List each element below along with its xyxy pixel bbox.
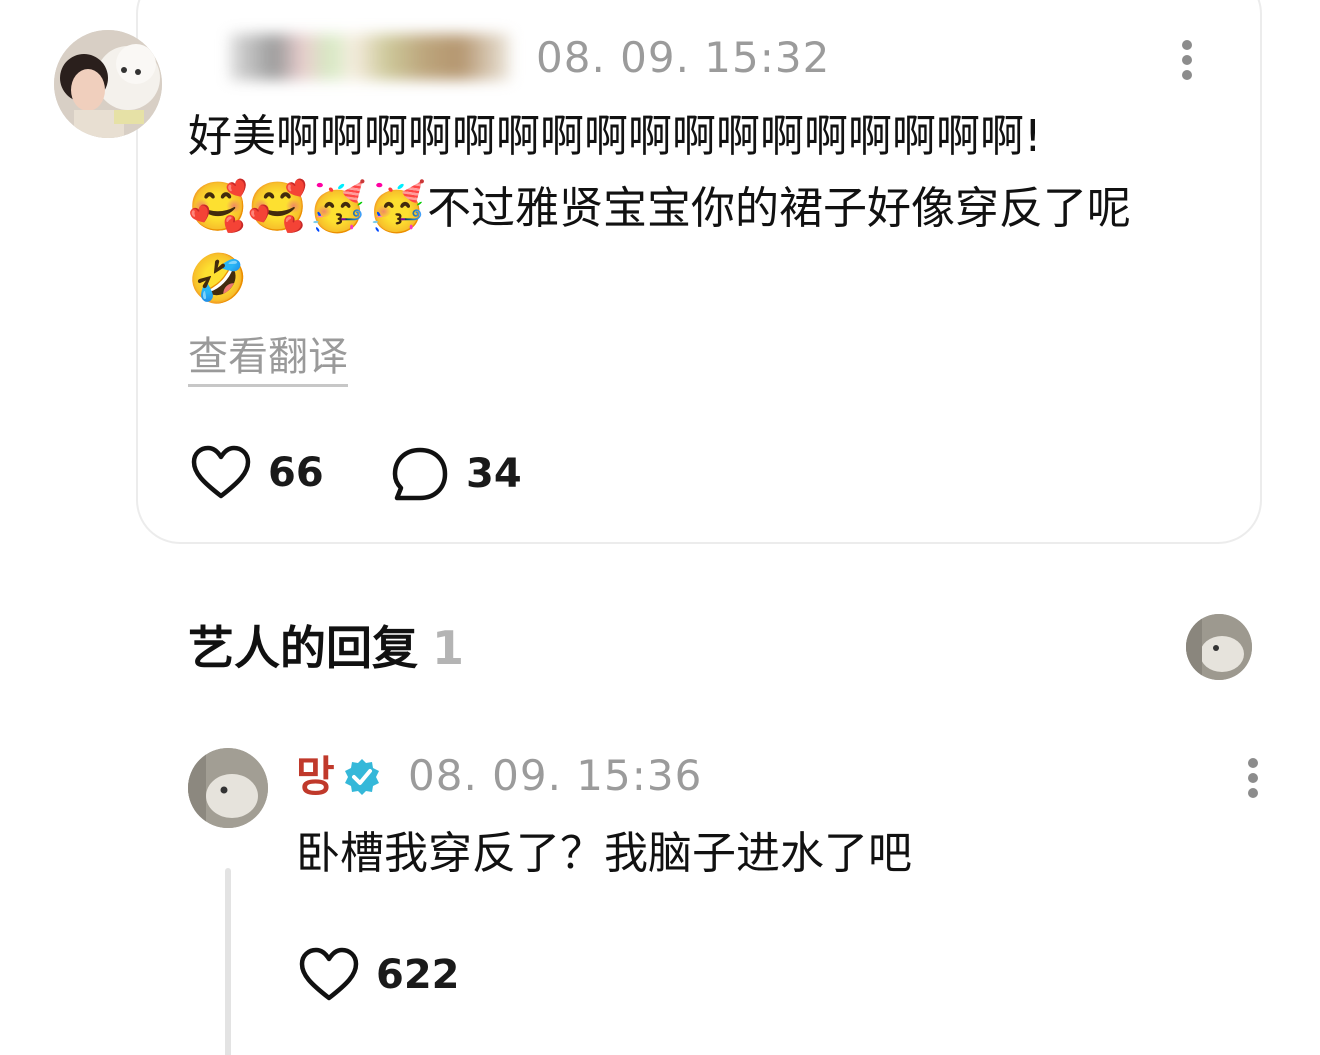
view-translation-link[interactable]: 查看翻译 <box>188 330 348 387</box>
artist-replies-count: 1 <box>432 621 465 675</box>
fan-like-count: 66 <box>268 450 324 496</box>
artist-username[interactable]: 망 <box>296 752 335 802</box>
comment-thread-page: 08. 09. 15:32 好美啊啊啊啊啊啊啊啊啊啊啊啊啊啊啊啊啊! 🥰🥰🥳🥳不… <box>0 0 1320 1055</box>
fan-comment-text: 好美啊啊啊啊啊啊啊啊啊啊啊啊啊啊啊啊啊! 🥰🥰🥳🥳不过雅贤宝宝你的裙子好像穿反了… <box>188 102 1188 316</box>
fan-reply-button[interactable]: 34 <box>390 444 522 504</box>
fan-text-part1: 好美啊啊啊啊啊啊啊啊啊啊啊啊啊啊啊啊啊! <box>188 111 1042 162</box>
fan-avatar[interactable] <box>54 30 162 138</box>
comment-bubble-icon <box>392 447 448 501</box>
fan-comment-timestamp: 08. 09. 15:32 <box>536 33 831 82</box>
fan-more-options-button[interactable] <box>1172 34 1202 86</box>
more-vertical-icon <box>1182 40 1192 50</box>
artist-like-button[interactable]: 622 <box>298 946 460 1004</box>
artist-reply-timestamp: 08. 09. 15:36 <box>408 751 703 800</box>
artist-avatar-small[interactable] <box>1186 614 1252 680</box>
fan-username-blurred <box>230 34 510 80</box>
reply-thread-line <box>225 868 231 1055</box>
fan-emoji-end: 🤣 <box>188 251 248 307</box>
artist-avatar[interactable] <box>188 748 268 828</box>
artist-reply-text: 卧槽我穿反了？我脑子进水了吧 <box>296 828 912 879</box>
artist-replies-title: 艺人的回复 <box>188 621 418 675</box>
artist-replies-header: 艺人的回复 1 <box>188 618 464 678</box>
more-vertical-icon <box>1248 758 1258 768</box>
fan-like-button[interactable]: 66 <box>190 444 324 502</box>
verified-badge-icon <box>345 759 379 795</box>
artist-more-options-button[interactable] <box>1238 752 1268 804</box>
heart-icon <box>299 947 359 1001</box>
fan-reply-count: 34 <box>466 451 522 497</box>
artist-like-count: 622 <box>376 952 460 998</box>
fan-emojis: 🥰🥰🥳🥳 <box>188 179 428 235</box>
fan-text-part2: 不过雅贤宝宝你的裙子好像穿反了呢 <box>427 183 1132 234</box>
heart-icon <box>191 445 251 499</box>
